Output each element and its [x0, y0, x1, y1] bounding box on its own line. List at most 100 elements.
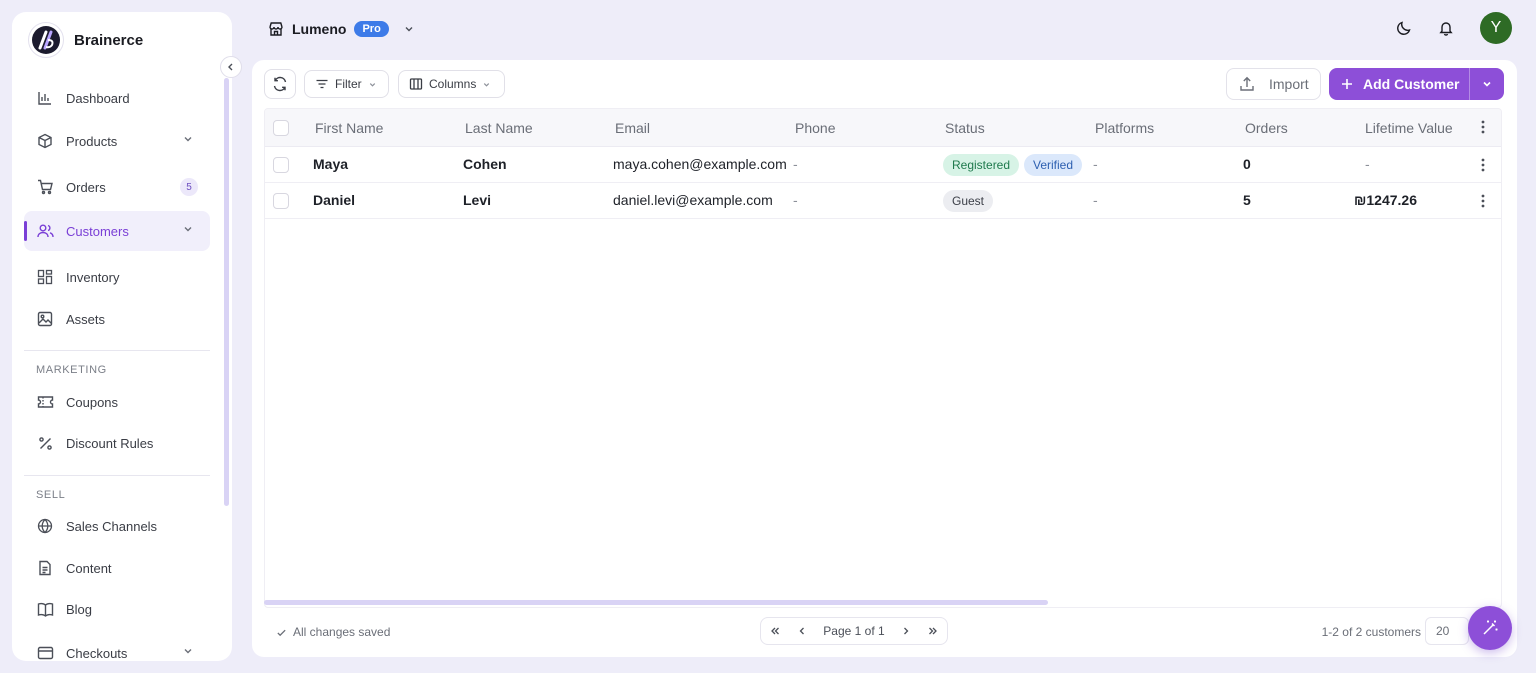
moon-icon[interactable] — [1396, 20, 1412, 36]
column-header-platforms[interactable]: Platforms — [1095, 120, 1154, 136]
sidebar-item-discount-rules[interactable]: Discount Rules — [24, 423, 210, 463]
add-customer-dropdown-button[interactable] — [1469, 68, 1504, 100]
refresh-button[interactable] — [264, 69, 296, 99]
column-header-lifetime-value[interactable]: Lifetime Value — [1365, 120, 1453, 136]
first-page-icon[interactable] — [769, 625, 781, 637]
cart-icon — [36, 178, 54, 196]
column-header-phone[interactable]: Phone — [795, 120, 835, 136]
store-switcher[interactable]: Lumeno Pro — [268, 17, 415, 41]
sidebar-item-checkouts[interactable]: Checkouts — [24, 633, 210, 661]
sidebar-item-products[interactable]: Products — [24, 121, 210, 161]
chevron-down-icon — [484, 82, 490, 87]
brand[interactable]: Brainerce — [28, 22, 143, 58]
table-header: First Name Last Name Email Phone Status … — [265, 109, 1501, 147]
last-page-icon[interactable] — [927, 625, 939, 637]
header-actions: Y — [1396, 12, 1512, 44]
row-actions-icon[interactable] — [1481, 194, 1485, 208]
sidebar-item-label: Assets — [66, 311, 106, 327]
sidebar-item-dashboard[interactable]: Dashboard — [24, 78, 210, 118]
orders-count-badge: 5 — [180, 178, 198, 196]
cell-first-name: Daniel — [313, 192, 356, 208]
status-badge: Verified — [1024, 154, 1083, 176]
status-badge: Registered — [943, 154, 1020, 176]
row-actions-icon[interactable] — [1481, 158, 1485, 172]
section-label-marketing: MARKETING — [36, 364, 107, 376]
save-status-text: All changes saved — [293, 625, 391, 639]
chevron-down-icon — [1483, 81, 1491, 87]
chevron-left-icon — [228, 63, 233, 71]
table-row[interactable]: Maya Cohen maya.cohen@example.com - Regi… — [265, 147, 1501, 183]
next-page-icon[interactable] — [900, 625, 912, 637]
cell-phone: - — [793, 192, 798, 208]
sidebar-item-content[interactable]: Content — [24, 548, 210, 588]
bell-icon[interactable] — [1438, 20, 1454, 36]
sidebar-item-label: Sales Channels — [66, 518, 158, 534]
document-icon — [36, 559, 54, 577]
sidebar-scrollbar[interactable] — [224, 78, 229, 506]
column-header-first-name[interactable]: First Name — [315, 120, 383, 136]
add-customer-button[interactable]: Add Customer — [1329, 68, 1469, 100]
sidebar-item-blog[interactable]: Blog — [24, 589, 210, 629]
refresh-icon — [273, 76, 287, 92]
row-checkbox[interactable] — [273, 193, 289, 209]
users-icon — [36, 222, 54, 240]
ai-assistant-button[interactable] — [1468, 606, 1512, 650]
sidebar-item-label: Dashboard — [66, 90, 130, 106]
status-badge: Guest — [943, 190, 994, 212]
select-all-checkbox[interactable] — [273, 120, 289, 136]
cell-platforms: - — [1093, 156, 1098, 172]
column-header-email[interactable]: Email — [615, 120, 650, 136]
sidebar-item-inventory[interactable]: Inventory — [24, 257, 210, 297]
book-icon — [36, 600, 54, 618]
import-button[interactable]: Import — [1226, 68, 1321, 100]
magic-wand-icon — [1483, 620, 1498, 635]
customers-panel: Filter Columns Import Add Customer First… — [252, 60, 1517, 657]
page-indicator: Page 1 of 1 — [823, 624, 885, 638]
columns-button[interactable]: Columns — [398, 70, 505, 98]
brand-name: Brainerce — [74, 31, 144, 49]
percent-icon — [36, 434, 54, 452]
filter-button[interactable]: Filter — [304, 70, 389, 98]
cell-orders: 0 — [1243, 156, 1251, 172]
avatar[interactable]: Y — [1480, 12, 1512, 44]
collapse-sidebar-button[interactable] — [220, 56, 242, 78]
column-header-last-name[interactable]: Last Name — [465, 120, 533, 136]
cell-last-name: Cohen — [463, 156, 507, 172]
sidebar-item-assets[interactable]: Assets — [24, 299, 210, 339]
table-row[interactable]: Daniel Levi daniel.levi@example.com - Gu… — [265, 183, 1501, 219]
sidebar-item-label: Checkouts — [66, 645, 128, 661]
filter-label: Filter — [335, 77, 362, 91]
sidebar-item-label: Orders — [66, 179, 106, 195]
cell-first-name: Maya — [313, 156, 349, 172]
sidebar-item-orders[interactable]: Orders 5 — [24, 167, 210, 207]
sidebar-divider — [24, 350, 210, 351]
plus-icon — [1342, 79, 1352, 89]
row-checkbox[interactable] — [273, 157, 289, 173]
columns-icon — [409, 78, 423, 90]
card-icon — [36, 644, 54, 661]
chevron-down-icon — [369, 82, 375, 87]
ticket-icon — [36, 393, 54, 411]
pagination: Page 1 of 1 — [760, 617, 948, 645]
globe-icon — [36, 517, 54, 535]
column-options-icon[interactable] — [1481, 120, 1485, 134]
sidebar-item-label: Content — [66, 560, 112, 576]
grid-icon — [36, 268, 54, 286]
check-icon — [277, 629, 286, 636]
sidebar-item-customers[interactable]: Customers — [24, 211, 210, 251]
cell-last-name: Levi — [463, 192, 492, 208]
column-header-orders[interactable]: Orders — [1245, 120, 1288, 136]
columns-label: Columns — [429, 77, 477, 91]
sidebar-item-label: Customers — [66, 223, 129, 239]
sidebar-item-sales-channels[interactable]: Sales Channels — [24, 506, 210, 546]
sidebar-item-label: Discount Rules — [66, 435, 154, 451]
store-icon — [268, 21, 284, 37]
bar-chart-icon — [36, 89, 54, 107]
customers-table: First Name Last Name Email Phone Status … — [264, 108, 1502, 608]
previous-page-icon[interactable] — [796, 625, 808, 637]
cell-lifetime-value: ₪1247.26 — [1354, 192, 1417, 208]
sidebar-item-coupons[interactable]: Coupons — [24, 382, 210, 422]
column-header-status[interactable]: Status — [945, 120, 985, 136]
table-horizontal-scrollbar[interactable] — [264, 600, 1048, 605]
page-size-select[interactable]: 20 — [1425, 617, 1469, 645]
